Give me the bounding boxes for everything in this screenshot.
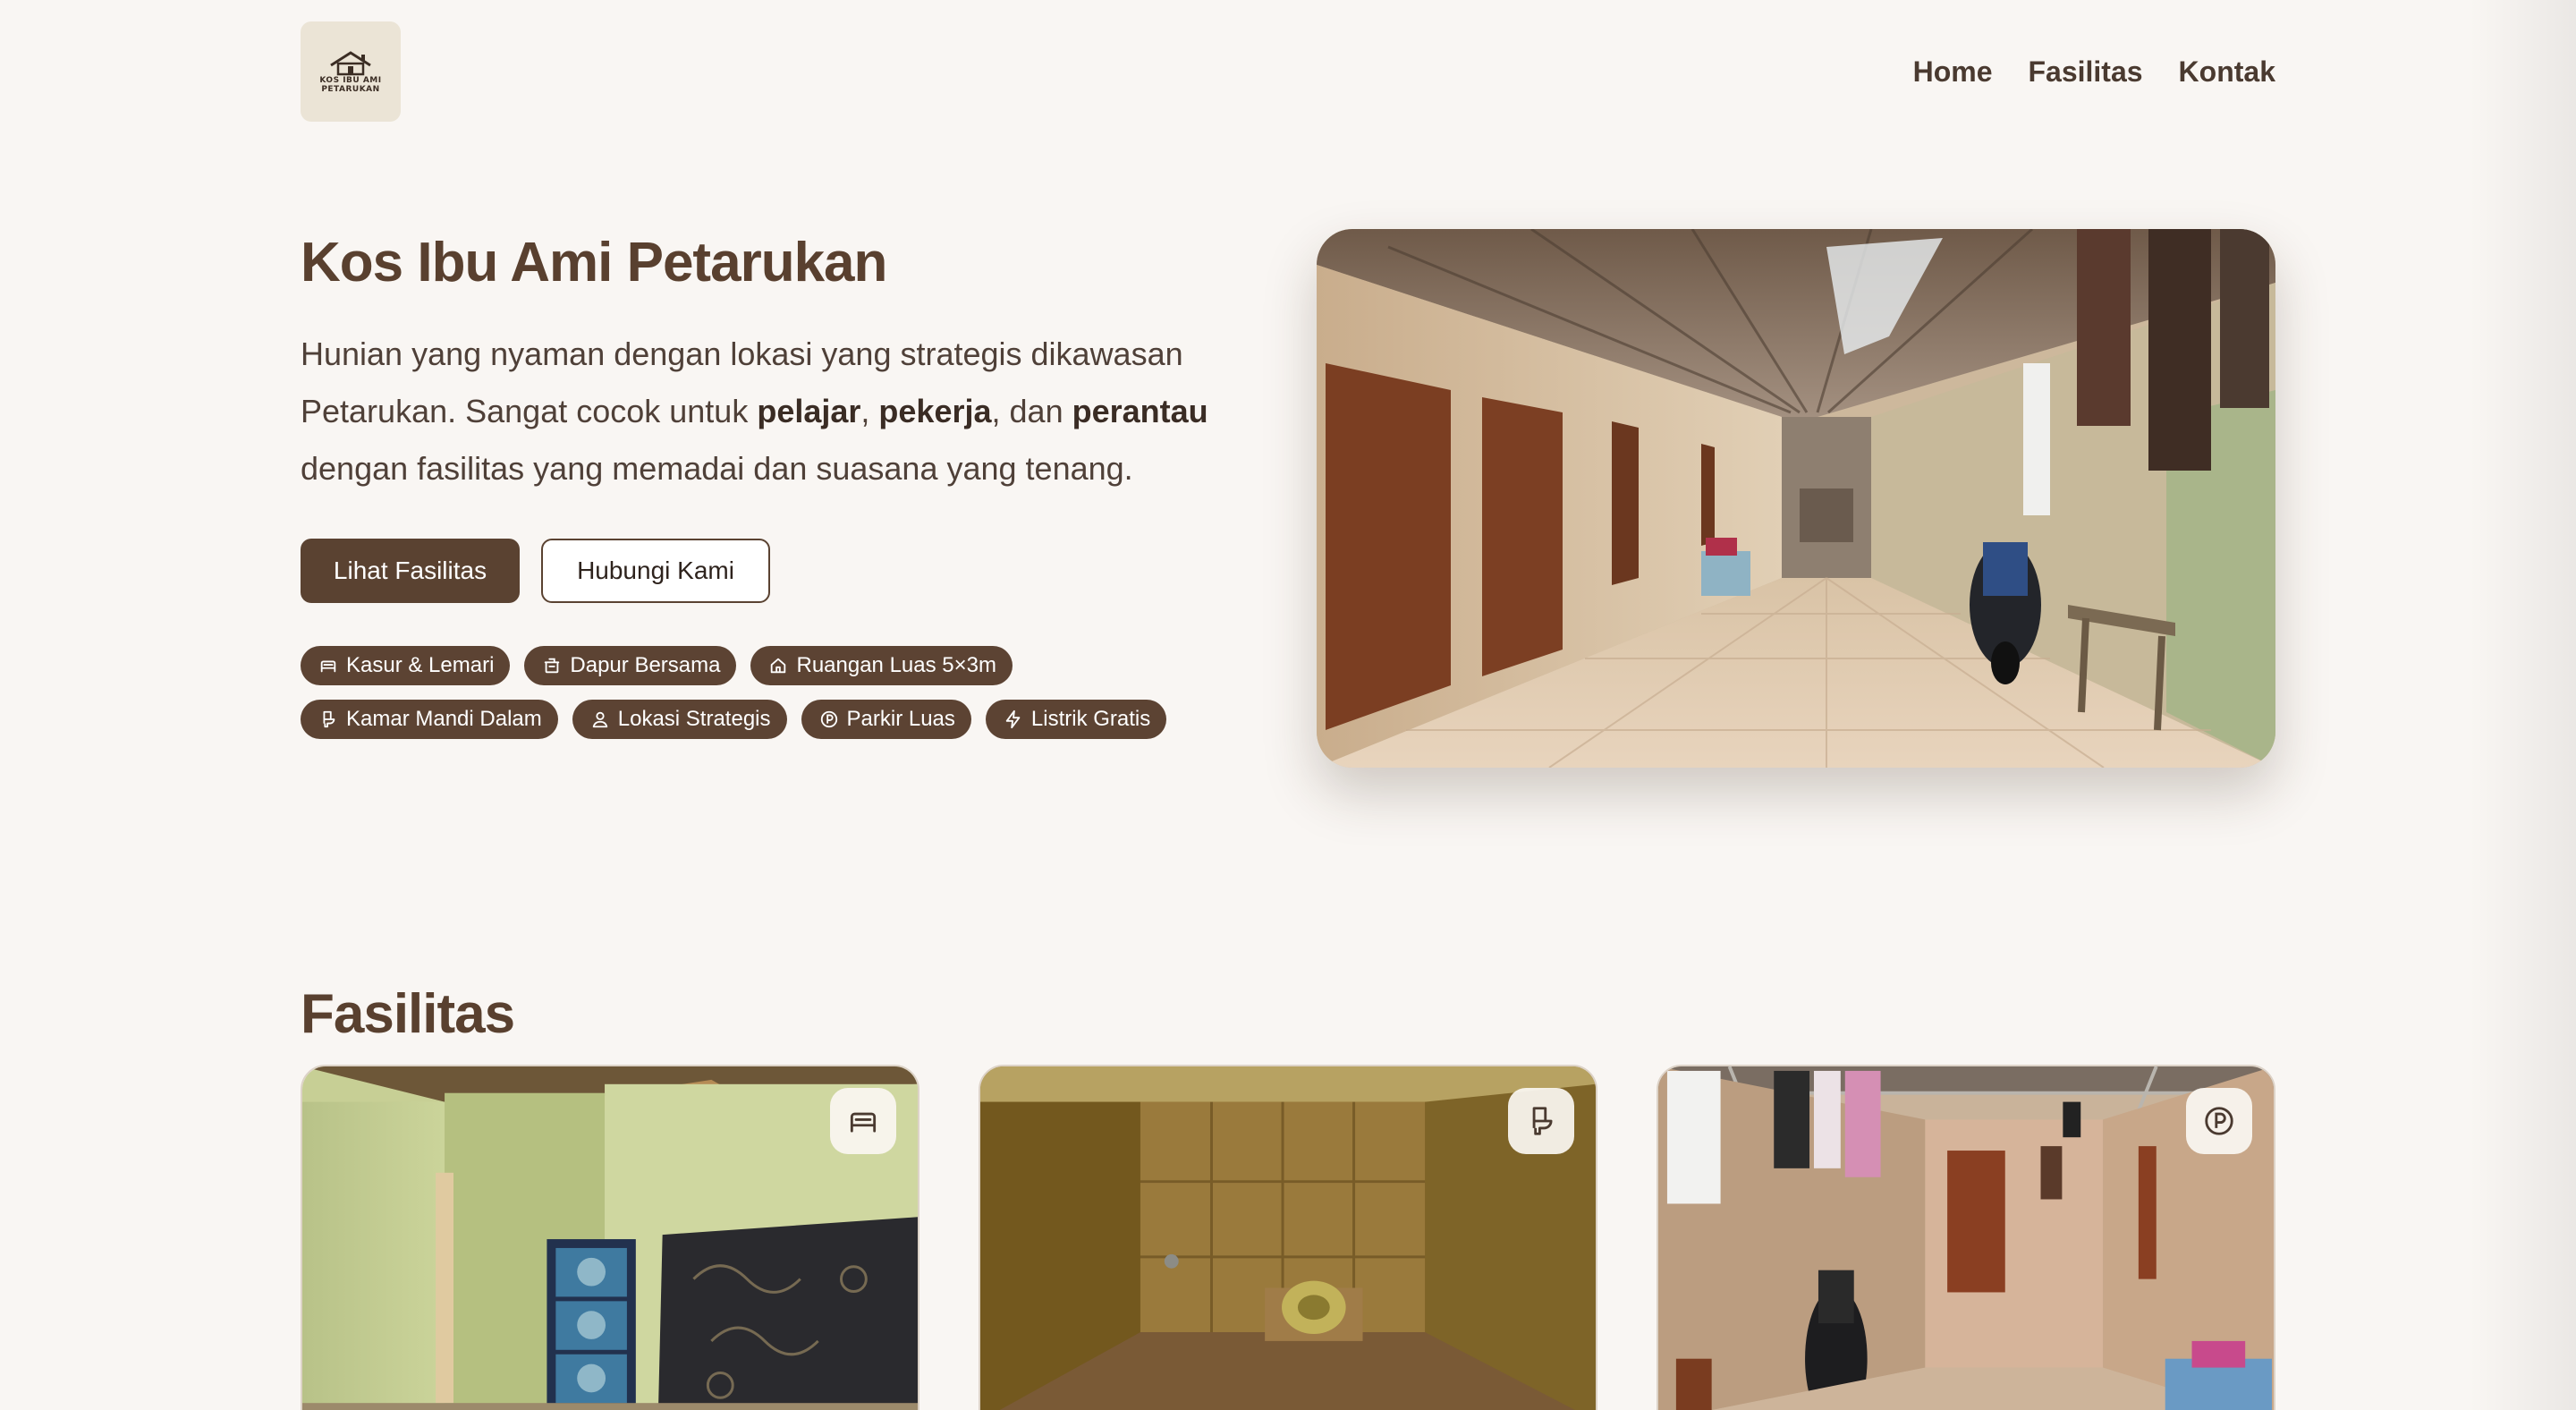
- parking-photo-illustration: [1658, 1066, 2274, 1410]
- hero-desc-sep1: ,: [860, 393, 879, 429]
- hero-description: Hunian yang nyaman dengan lokasi yang st…: [301, 326, 1267, 497]
- main-nav: Home Fasilitas Kontak: [1913, 50, 2275, 93]
- chip-kamar-mandi-dalam: Kamar Mandi Dalam: [301, 700, 558, 739]
- page-edge-shadow: [2469, 0, 2576, 1410]
- chip-label: Parkir Luas: [846, 707, 955, 731]
- chip-label: Listrik Gratis: [1030, 707, 1151, 731]
- chip-label: Kamar Mandi Dalam: [346, 707, 542, 731]
- facility-card-kamar-mandi[interactable]: [979, 1065, 1597, 1410]
- parking-icon: [2205, 1107, 2233, 1135]
- hero-desc-line3: dengan fasilitas yang memadai dan suasan…: [301, 450, 1133, 487]
- hero-desc-pekerja: pekerja: [878, 393, 992, 429]
- user-location-icon: [592, 711, 607, 728]
- chip-label: Kasur & Lemari: [346, 653, 495, 677]
- hubungi-kami-button[interactable]: Hubungi Kami: [541, 539, 770, 603]
- corridor-photo-illustration: [1317, 229, 2275, 768]
- facilities-title: Fasilitas: [301, 983, 515, 1045]
- parking-icon: [820, 710, 837, 728]
- hero-title: Kos Ibu Ami Petarukan: [301, 232, 887, 293]
- house-logo-icon: [330, 51, 371, 76]
- chip-parkir-luas: Parkir Luas: [801, 700, 971, 739]
- nav-home-link[interactable]: Home: [1913, 50, 1993, 93]
- facility-card-parkir[interactable]: [1657, 1065, 2275, 1410]
- room-photo-illustration: [302, 1066, 918, 1410]
- chip-listrik-gratis: Listrik Gratis: [985, 700, 1167, 739]
- chip-lokasi-strategis: Lokasi Strategis: [572, 700, 787, 739]
- nav-fasilitas-link[interactable]: Fasilitas: [2028, 50, 2142, 93]
- bed-icon: [320, 660, 336, 673]
- card-icon-badge: [830, 1088, 896, 1154]
- home-icon: [771, 658, 786, 674]
- logo-text-line2: PETARUKAN: [321, 85, 380, 94]
- hero-desc-pelajar: pelajar: [757, 393, 861, 429]
- chip-label: Ruangan Luas 5×3m: [796, 653, 996, 677]
- card-icon-badge: [1508, 1088, 1574, 1154]
- chip-label: Lokasi Strategis: [617, 707, 771, 731]
- toilet-icon: [323, 710, 335, 728]
- facility-card-kamar[interactable]: [301, 1065, 919, 1410]
- chip-ruangan-luas: Ruangan Luas 5×3m: [750, 646, 1013, 685]
- hero-corridor-photo: [1317, 229, 2275, 768]
- chip-kasur-lemari: Kasur & Lemari: [301, 646, 511, 685]
- hero-desc-line2: Petarukan. Sangat cocok untuk: [301, 393, 758, 429]
- feature-chips-row-2: Kamar Mandi Dalam Lokasi Strategis Parki…: [301, 700, 1167, 739]
- hero-desc-perantau: perantau: [1072, 393, 1208, 429]
- hero-desc-line1: Hunian yang nyaman dengan lokasi yang st…: [301, 336, 1183, 372]
- page: KOS IBU AMI PETARUKAN Home Fasilitas Kon…: [0, 0, 2576, 1410]
- site-logo[interactable]: KOS IBU AMI PETARUKAN: [301, 21, 401, 122]
- lihat-fasilitas-button[interactable]: Lihat Fasilitas: [301, 539, 520, 603]
- chip-label: Dapur Bersama: [570, 653, 721, 677]
- hero-desc-sep2: , dan: [991, 393, 1072, 429]
- card-icon-badge: [2186, 1088, 2252, 1154]
- bathroom-photo-illustration: [980, 1066, 1596, 1410]
- nav-kontak-link[interactable]: Kontak: [2179, 50, 2275, 93]
- feature-chips-row-1: Kasur & Lemari Dapur Bersama Ruangan Lua…: [301, 646, 1013, 685]
- chip-dapur-bersama: Dapur Bersama: [524, 646, 737, 685]
- bed-icon: [850, 1112, 877, 1133]
- kitchen-icon: [545, 658, 560, 674]
- toilet-icon: [1532, 1107, 1553, 1135]
- logo-text-line1: KOS IBU AMI: [319, 76, 382, 85]
- lightning-icon: [1005, 709, 1021, 729]
